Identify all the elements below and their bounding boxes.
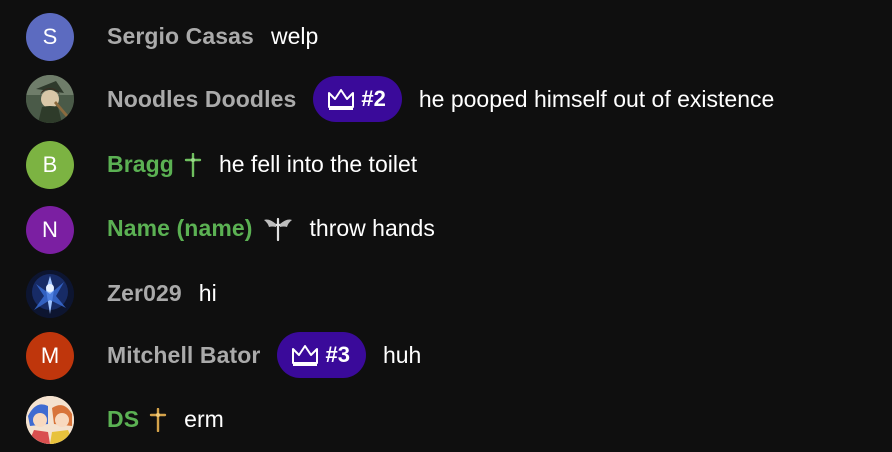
avatar[interactable] xyxy=(26,75,74,123)
anime-duo-avatar-icon xyxy=(26,396,74,444)
author-name[interactable]: Bragg xyxy=(107,151,174,178)
message-content: Noodles Doodles #2 he pooped himself out… xyxy=(107,76,774,122)
message-content: Name (name) throw hands xyxy=(107,215,435,242)
rank-badge: #3 xyxy=(277,332,366,378)
blue-character-avatar-icon xyxy=(26,270,74,318)
avatar[interactable]: M xyxy=(26,332,74,380)
avatar-letter: S xyxy=(42,24,58,49)
message-content: Bragg he fell into the toilet xyxy=(107,151,417,178)
avatar[interactable] xyxy=(26,270,74,318)
avatar[interactable]: N xyxy=(26,206,74,254)
avatar-letter: B xyxy=(42,152,58,177)
rank-badge: #2 xyxy=(313,76,402,122)
member-badge xyxy=(184,152,202,177)
winged-cross-badge-icon xyxy=(263,217,292,241)
message-text: hi xyxy=(198,280,217,306)
message-text: he pooped himself out of existence xyxy=(418,85,775,112)
author-name[interactable]: Sergio Casas xyxy=(107,23,254,50)
crown-icon xyxy=(292,345,319,366)
message-text: welp xyxy=(270,23,319,49)
avatar[interactable]: B xyxy=(26,141,74,189)
author-name[interactable]: Mitchell Bator xyxy=(107,342,260,369)
member-badge xyxy=(263,216,293,242)
rank-label: #2 xyxy=(361,86,386,111)
author-name[interactable]: Name (name) xyxy=(107,215,253,242)
avatar[interactable] xyxy=(26,396,74,444)
message-text: throw hands xyxy=(309,215,435,241)
avatar-letter: N xyxy=(42,217,58,242)
live-chat-feed: S Sergio Casas welp Noodles Doodles #2 h… xyxy=(0,0,892,452)
author-name[interactable]: Noodles Doodles xyxy=(107,86,296,113)
member-badge xyxy=(149,407,167,432)
avatar-letter: M xyxy=(40,343,60,368)
message-content: Mitchell Bator #3 huh xyxy=(107,332,421,378)
message-content: Sergio Casas welp xyxy=(107,23,318,50)
crown-icon xyxy=(328,89,355,110)
author-name[interactable]: Zer029 xyxy=(107,280,182,307)
message-text: erm xyxy=(184,406,224,432)
rank-label: #3 xyxy=(325,342,350,367)
message-text: huh xyxy=(382,341,422,368)
message-content: Zer029 hi xyxy=(107,280,217,307)
anime-character-avatar-icon xyxy=(26,75,74,123)
message-content: DS erm xyxy=(107,406,224,433)
message-text: he fell into the toilet xyxy=(218,151,418,177)
gold-cross-badge-icon xyxy=(149,407,167,432)
cross-badge-icon xyxy=(184,152,202,177)
avatar[interactable]: S xyxy=(26,13,74,61)
author-name[interactable]: DS xyxy=(107,406,139,433)
